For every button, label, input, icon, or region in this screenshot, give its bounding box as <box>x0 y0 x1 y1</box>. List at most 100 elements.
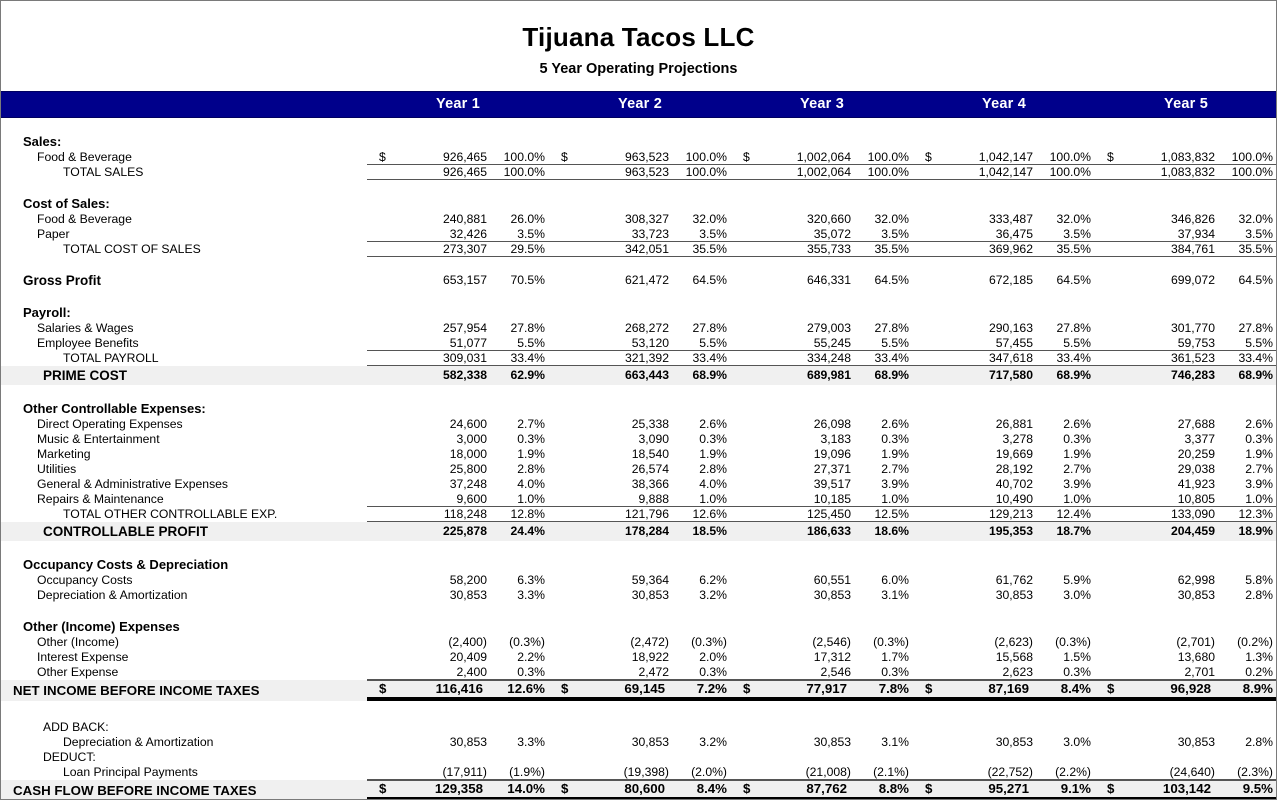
percent: 2.8% <box>699 462 727 477</box>
percent: 0.3% <box>1063 664 1091 679</box>
column-header-band: Year 1 Year 2 Year 3 Year 4 Year 5 <box>1 90 1276 118</box>
percent: 3.5% <box>881 226 909 241</box>
percent: 35.5% <box>1238 241 1273 256</box>
percent: 2.8% <box>517 462 545 477</box>
percent: 35.5% <box>1056 241 1091 256</box>
amount: 3,278 <box>1002 432 1034 447</box>
section-label: Other (Income) Expenses <box>23 618 180 634</box>
cell-year-1: 24,600 2.7% <box>367 417 549 432</box>
amount: 321,392 <box>624 350 669 365</box>
amount: (21,008) <box>805 764 851 779</box>
percent: 0.3% <box>1063 432 1091 447</box>
cell-year-3: 55,245 5.5% <box>731 336 913 351</box>
percent: 0.3% <box>517 664 545 679</box>
amount: 1,042,147 <box>978 149 1033 164</box>
amount: 346,826 <box>1170 212 1215 227</box>
cell-year-1: $926,465 100.0% <box>367 150 549 165</box>
row-spacer <box>1 603 1276 618</box>
amount: 103,142 <box>1162 781 1211 797</box>
cell-year-1: 257,954 27.8% <box>367 321 549 336</box>
amount: 268,272 <box>624 321 669 336</box>
percent: 5.5% <box>699 335 727 350</box>
cell-year-1: 309,031 33.4% <box>367 351 549 366</box>
table-row-direct-operating-expenses: Direct Operating Expenses 24,600 2.7% 25,… <box>1 417 1276 432</box>
cell-year-1: 3,000 0.3% <box>367 432 549 447</box>
amount: 3,377 <box>1184 432 1216 447</box>
cell-year-5: 699,072 64.5% <box>1095 272 1276 289</box>
amount: 20,259 <box>1177 447 1215 462</box>
row-label: Depreciation & Amortization <box>63 735 214 750</box>
amount: 87,762 <box>806 781 847 797</box>
amount: 33,723 <box>631 226 669 241</box>
percent: 6.2% <box>699 573 727 588</box>
row-label: Utilities <box>37 462 77 477</box>
cell-year-3: 27,371 2.7% <box>731 462 913 477</box>
cell-year-2: 178,284 18.5% <box>549 521 731 541</box>
percent: 18.6% <box>874 524 909 539</box>
row-label: Marketing <box>37 447 91 462</box>
percent: (2.2%) <box>1055 764 1091 779</box>
amount: 30,853 <box>631 588 669 603</box>
amount: 3,183 <box>820 432 852 447</box>
percent: 5.5% <box>881 335 909 350</box>
cell-year-1: 653,157 70.5% <box>367 272 549 289</box>
cell-year-2: 38,366 4.0% <box>549 477 731 492</box>
percent: 70.5% <box>510 273 545 288</box>
row-label: Loan Principal Payments <box>63 765 198 780</box>
cell-year-5: 13,680 1.3% <box>1095 650 1276 665</box>
cell-year-3: (21,008) (2.1%) <box>731 765 913 780</box>
cell-year-1: (2,400) (0.3%) <box>367 635 549 650</box>
table-row-total-payroll: TOTAL PAYROLL 309,031 33.4% 321,392 33.4% … <box>1 351 1276 366</box>
cell-year-4: $1,042,147 100.0% <box>913 150 1095 165</box>
amount: 308,327 <box>624 212 669 227</box>
amount: 384,761 <box>1170 241 1215 256</box>
percent: 27.8% <box>692 321 727 336</box>
cell-year-5: 20,259 1.9% <box>1095 447 1276 462</box>
amount: 121,796 <box>624 506 669 521</box>
percent: 24.4% <box>510 524 545 539</box>
percent: 1.0% <box>699 491 727 506</box>
percent: 100.0% <box>685 164 727 179</box>
cell-year-2: 121,796 12.6% <box>549 507 731 522</box>
amount: 38,366 <box>631 477 669 492</box>
cell-year-4: 1,042,147 100.0% <box>913 165 1095 180</box>
amount: 2,546 <box>820 664 852 679</box>
currency-symbol: $ <box>1107 781 1115 797</box>
amount: 717,580 <box>988 368 1033 383</box>
amount: 39,517 <box>813 477 851 492</box>
amount: 582,338 <box>442 368 487 383</box>
percent: 0.2% <box>1245 664 1273 679</box>
company-title: Tijuana Tacos LLC <box>522 22 755 52</box>
amount: 37,934 <box>1177 226 1215 241</box>
table-row-other-expense: Other Expense 2,400 0.3% 2,472 0.3% 2,546 0… <box>1 665 1276 680</box>
cell-year-2: 30,853 3.2% <box>549 735 731 750</box>
amount: 125,450 <box>806 506 851 521</box>
row-spacer <box>1 118 1276 133</box>
amount: 621,472 <box>624 273 669 288</box>
cell-year-4: 717,580 68.9% <box>913 365 1095 385</box>
cell-year-1: 582,338 62.9% <box>367 365 549 385</box>
amount: 186,633 <box>806 524 851 539</box>
row-label: Food & Beverage <box>37 150 132 165</box>
cell-year-4: 57,455 5.5% <box>913 336 1095 351</box>
row-label: Repairs & Maintenance <box>37 492 164 507</box>
cell-year-5: 10,805 1.0% <box>1095 492 1276 507</box>
column-header-year-5: Year 5 <box>1164 96 1208 113</box>
cell-year-2: 308,327 32.0% <box>549 212 731 227</box>
cell-year-4: 2,623 0.3% <box>913 665 1095 680</box>
cell-year-4: $87,169 8.4% <box>913 679 1095 701</box>
percent: 3.3% <box>517 735 545 750</box>
amount: 347,618 <box>988 350 1033 365</box>
amount: (2,546) <box>812 635 851 650</box>
cell-year-3: 19,096 1.9% <box>731 447 913 462</box>
amount: 963,523 <box>624 164 669 179</box>
percent: 3.5% <box>699 226 727 241</box>
cell-year-4: 3,278 0.3% <box>913 432 1095 447</box>
percent: (0.3%) <box>691 635 727 650</box>
amount: 25,800 <box>449 462 487 477</box>
table-row-prime-cost: PRIME COST 582,338 62.9% 663,443 68.9% 689… <box>1 365 1276 385</box>
cell-year-5: 29,038 2.7% <box>1095 462 1276 477</box>
cell-year-3: 2,546 0.3% <box>731 665 913 680</box>
cell-year-2: 26,574 2.8% <box>549 462 731 477</box>
amount: 69,145 <box>624 681 665 697</box>
